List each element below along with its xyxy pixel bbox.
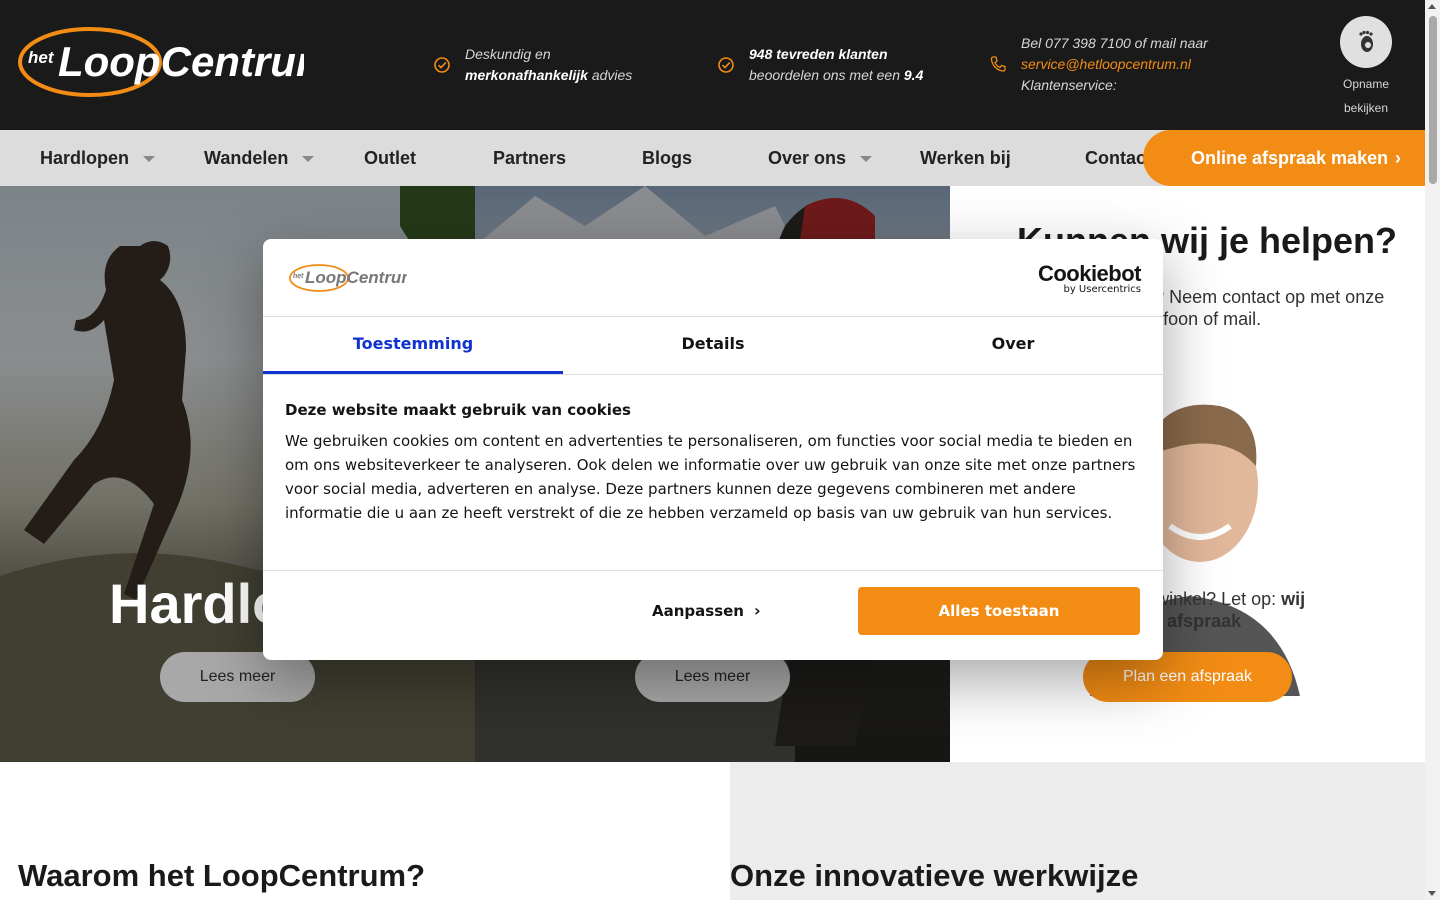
scrollbar-thumb[interactable] xyxy=(1429,16,1437,184)
page-scrollbar[interactable] xyxy=(1425,0,1440,900)
cookie-body: Deze website maakt gebruik van cookies W… xyxy=(263,375,1163,571)
allow-all-button[interactable]: Alles toestaan xyxy=(858,587,1140,635)
cookiebot-logo[interactable]: Cookiebot by Usercentrics xyxy=(1038,261,1142,295)
cookie-dialog: het LoopCentrum Cookiebot by Usercentric… xyxy=(263,239,1163,660)
chevron-right-icon: › xyxy=(753,601,761,620)
scroll-up-icon[interactable] xyxy=(1428,4,1436,9)
customize-button[interactable]: Aanpassen › xyxy=(652,587,761,635)
tab-details[interactable]: Details xyxy=(563,317,863,374)
cookie-footer: Aanpassen › Alles toestaan xyxy=(263,571,1163,659)
dialog-logo-big-text: LoopCentrum xyxy=(305,268,407,287)
customize-label: Aanpassen xyxy=(652,602,744,620)
dialog-logo-small-text: het xyxy=(293,273,304,280)
loopcentrum-logo-small: het LoopCentrum xyxy=(289,264,407,292)
scroll-down-icon[interactable] xyxy=(1428,891,1436,896)
cookie-description: We gebruiken cookies om content en adver… xyxy=(285,432,1136,522)
cookie-tabs: Toestemming Details Over xyxy=(263,317,1163,375)
tab-toestemming[interactable]: Toestemming xyxy=(263,317,563,374)
cookie-heading: Deze website maakt gebruik van cookies xyxy=(285,401,631,419)
tab-over[interactable]: Over xyxy=(863,317,1163,374)
cookie-dialog-header: het LoopCentrum Cookiebot by Usercentric… xyxy=(263,239,1163,317)
